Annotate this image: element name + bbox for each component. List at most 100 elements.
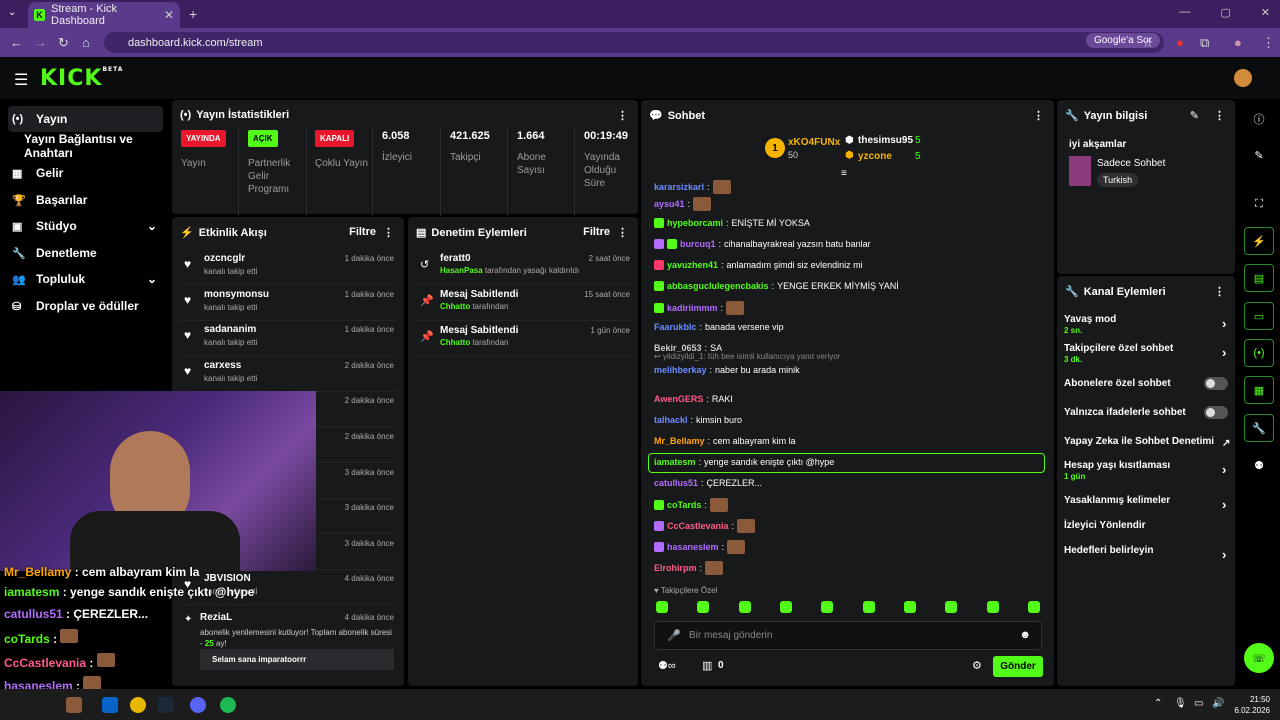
activity-user[interactable]: sadananim [204, 324, 256, 335]
moderator-name[interactable]: Chhatto [440, 338, 470, 347]
activity-user[interactable]: carxess [204, 360, 241, 371]
user-avatar[interactable] [1234, 69, 1252, 87]
extension-icon[interactable]: ● [1176, 35, 1184, 50]
filter-button[interactable]: Filtre [583, 226, 610, 238]
tab-search-icon[interactable]: ⌄ [8, 7, 16, 18]
emote-icon[interactable] [656, 601, 668, 613]
channel-action-item[interactable]: Yavaş mod 2 sn. › [1064, 314, 1234, 335]
emote-icon[interactable] [862, 601, 875, 613]
more-options-icon[interactable]: ⋮ [617, 109, 628, 122]
channel-points-icon[interactable]: ⚉∞ [658, 659, 676, 672]
spotify-icon[interactable] [220, 697, 236, 713]
chat-username[interactable]: talhackl [654, 415, 688, 425]
hamburger-menu-icon[interactable]: ☰ [14, 70, 28, 90]
emote-icon[interactable] [1027, 601, 1040, 613]
profile-avatar-icon[interactable]: ● [1234, 35, 1242, 50]
close-window-icon[interactable]: ✕ [1261, 6, 1270, 19]
toggle-switch[interactable] [1204, 406, 1228, 419]
emote-icon[interactable] [945, 601, 958, 613]
chat-icon[interactable]: ▭ [1244, 302, 1274, 330]
emote-icon[interactable] [738, 601, 751, 613]
channel-action-item[interactable]: Yapay Zeka ile Sohbet Denetimi ↗ [1064, 436, 1234, 449]
chat-username[interactable]: aysu41 [654, 199, 685, 209]
sidebar-item-denetleme[interactable]: 🔧 Denetleme [8, 240, 163, 266]
forward-icon[interactable]: → [34, 35, 47, 50]
help-support-icon[interactable]: ☏ [1244, 643, 1274, 673]
sidebar-item-topluluk[interactable]: 👥 Topluluk ⌄ [8, 266, 163, 292]
network-icon[interactable]: ▭ [1194, 698, 1203, 709]
volume-icon[interactable]: 🔊 [1212, 698, 1224, 709]
browser-menu-icon[interactable]: ⋮ [1262, 35, 1275, 51]
layout-icon[interactable]: ▦ [1244, 376, 1274, 404]
system-clock[interactable]: 21:50 6.02.2026 [1234, 694, 1270, 716]
emote-icon[interactable] [821, 601, 834, 613]
chat-username[interactable]: hypeborcami [667, 218, 723, 228]
emoji-icon[interactable]: ☻ [1019, 629, 1031, 641]
send-button[interactable]: Gönder [993, 656, 1043, 677]
chrome-icon[interactable] [130, 697, 146, 713]
tab-close-icon[interactable]: ✕ [164, 8, 174, 22]
activity-user[interactable]: JBVISION [204, 573, 251, 584]
community-icon[interactable]: ⚉ [1244, 451, 1274, 479]
notes-icon[interactable]: ▤ [1244, 264, 1274, 292]
chat-username[interactable]: kadiriimmm [667, 303, 718, 313]
pencil-icon[interactable]: ✎ [1244, 141, 1274, 169]
emote-icon[interactable] [697, 601, 710, 613]
channel-action-item[interactable]: Yasaklanmış kelimeler › [1064, 495, 1234, 512]
chat-username[interactable]: CcCastlevania [667, 521, 729, 531]
tab-kick-dashboard[interactable]: K Stream - Kick Dashboard ✕ [28, 2, 180, 28]
toggle-switch[interactable] [1204, 377, 1228, 390]
broadcast-icon[interactable]: (•) [1244, 339, 1274, 367]
kick-logo[interactable]: KICKBETA [40, 66, 123, 91]
chat-username[interactable]: hasaneslem [667, 542, 719, 552]
emote-icon[interactable] [779, 601, 792, 613]
leader-name[interactable]: xKO4FUNx [788, 137, 840, 148]
more-options-icon[interactable]: ⋮ [383, 226, 394, 239]
channel-action-item[interactable]: İzleyici Yönlendir [1064, 520, 1234, 531]
channel-action-item[interactable]: Hesap yaşı kısıtlaması 1 gün › [1064, 460, 1234, 481]
chat-username[interactable]: kararsizkarl [654, 182, 704, 192]
discord-icon[interactable] [190, 697, 206, 713]
steam-icon[interactable] [158, 697, 174, 713]
activity-user[interactable]: ozcncglr [204, 253, 245, 264]
chat-username[interactable]: Faarukblc [654, 322, 697, 332]
more-options-icon[interactable]: ⋮ [1214, 285, 1225, 298]
channel-action-item[interactable]: Takipçilere özel sohbet 3 dk. › [1064, 343, 1234, 364]
channel-action-item[interactable]: Hedefleri belirleyin › [1064, 545, 1234, 562]
more-options-icon[interactable]: ⋮ [617, 226, 628, 239]
maximize-icon[interactable]: ▢ [1220, 6, 1230, 19]
chat-message-input[interactable]: 🎤 Bir mesaj gönderin ☻ [654, 621, 1042, 650]
chat-username[interactable]: abbasguclulegencbakis [667, 281, 769, 291]
leader-name[interactable]: thesimsu95 [858, 135, 913, 146]
chat-username[interactable]: melihberkay [654, 365, 707, 375]
mic-tray-icon[interactable]: 🎙 [1174, 698, 1187, 709]
microphone-icon[interactable]: 🎤 [667, 629, 681, 642]
more-options-icon[interactable]: ⋮ [1214, 109, 1225, 122]
sidebar-item-stream-key[interactable]: Yayın Bağlantısı ve Anahtarı [8, 132, 170, 160]
reload-icon[interactable]: ↻ [58, 35, 69, 51]
extensions-puzzle-icon[interactable]: ⧉ [1200, 35, 1209, 51]
sidebar-item-droplar[interactable]: ⛁ Droplar ve ödüller [8, 293, 163, 319]
sidebar-item-basarilar[interactable]: 🏆 Başarılar [8, 187, 163, 213]
chat-username[interactable]: yavuzhen41 [667, 260, 718, 270]
chat-username[interactable]: burcuq1 [680, 239, 716, 249]
store-icon[interactable]: ▥ [702, 659, 712, 672]
activity-user[interactable]: monsymonsu [204, 289, 269, 300]
bookmark-star-icon[interactable]: ☆ [1142, 35, 1154, 51]
emote-icon[interactable] [903, 601, 916, 613]
chat-username[interactable]: AwenGERS [654, 394, 703, 404]
back-icon[interactable]: ← [10, 35, 23, 50]
emote-icon[interactable] [986, 601, 999, 613]
fullscreen-icon[interactable]: ⛶ [1244, 190, 1274, 218]
outlook-icon[interactable] [102, 697, 118, 713]
filter-button[interactable]: Filtre [349, 226, 376, 238]
wrench-icon[interactable]: 🔧 [1244, 414, 1274, 442]
settings-gear-icon[interactable]: ⚙ [972, 659, 982, 672]
home-icon[interactable]: ⌂ [82, 35, 90, 50]
chat-username[interactable]: coTards [667, 500, 701, 510]
chat-username[interactable]: Mr_Bellamy [654, 436, 705, 446]
minimize-icon[interactable]: — [1179, 6, 1190, 19]
sidebar-item-gelir[interactable]: ▦ Gelir [8, 160, 163, 186]
moderator-name[interactable]: Chhatto [440, 302, 470, 311]
collapse-icon[interactable]: ≡ [841, 168, 847, 179]
